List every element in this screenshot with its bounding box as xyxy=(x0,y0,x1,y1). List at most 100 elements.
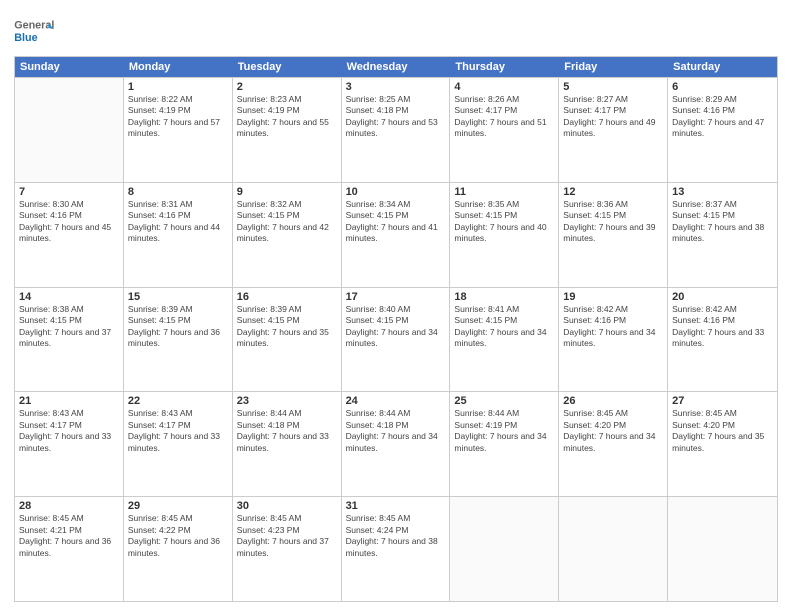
day-cell: 12 Sunrise: 8:36 AM Sunset: 4:15 PM Dayl… xyxy=(559,183,668,287)
day-cell: 16 Sunrise: 8:39 AM Sunset: 4:15 PM Dayl… xyxy=(233,288,342,392)
day-cell: 1 Sunrise: 8:22 AM Sunset: 4:19 PM Dayli… xyxy=(124,78,233,182)
day-cell: 28 Sunrise: 8:45 AM Sunset: 4:21 PM Dayl… xyxy=(15,497,124,601)
day-info: Sunrise: 8:43 AM Sunset: 4:17 PM Dayligh… xyxy=(19,408,119,454)
header-day-tuesday: Tuesday xyxy=(233,57,342,77)
day-number: 23 xyxy=(237,395,337,407)
week-row-0: 1 Sunrise: 8:22 AM Sunset: 4:19 PM Dayli… xyxy=(15,77,777,182)
logo: General Blue xyxy=(14,14,54,50)
day-number: 2 xyxy=(237,81,337,93)
day-info: Sunrise: 8:45 AM Sunset: 4:20 PM Dayligh… xyxy=(672,408,773,454)
day-number: 31 xyxy=(346,500,446,512)
day-number: 28 xyxy=(19,500,119,512)
day-cell: 5 Sunrise: 8:27 AM Sunset: 4:17 PM Dayli… xyxy=(559,78,668,182)
header-day-sunday: Sunday xyxy=(15,57,124,77)
week-row-1: 7 Sunrise: 8:30 AM Sunset: 4:16 PM Dayli… xyxy=(15,182,777,287)
day-cell: 24 Sunrise: 8:44 AM Sunset: 4:18 PM Dayl… xyxy=(342,392,451,496)
day-info: Sunrise: 8:45 AM Sunset: 4:22 PM Dayligh… xyxy=(128,513,228,559)
day-number: 20 xyxy=(672,291,773,303)
day-info: Sunrise: 8:34 AM Sunset: 4:15 PM Dayligh… xyxy=(346,199,446,245)
svg-text:General: General xyxy=(14,19,54,31)
day-number: 29 xyxy=(128,500,228,512)
day-number: 14 xyxy=(19,291,119,303)
day-info: Sunrise: 8:42 AM Sunset: 4:16 PM Dayligh… xyxy=(672,304,773,350)
day-number: 4 xyxy=(454,81,554,93)
day-cell: 27 Sunrise: 8:45 AM Sunset: 4:20 PM Dayl… xyxy=(668,392,777,496)
day-info: Sunrise: 8:37 AM Sunset: 4:15 PM Dayligh… xyxy=(672,199,773,245)
day-info: Sunrise: 8:25 AM Sunset: 4:18 PM Dayligh… xyxy=(346,94,446,140)
day-cell: 13 Sunrise: 8:37 AM Sunset: 4:15 PM Dayl… xyxy=(668,183,777,287)
day-number: 17 xyxy=(346,291,446,303)
day-number: 27 xyxy=(672,395,773,407)
day-cell: 2 Sunrise: 8:23 AM Sunset: 4:19 PM Dayli… xyxy=(233,78,342,182)
day-number: 13 xyxy=(672,186,773,198)
day-info: Sunrise: 8:38 AM Sunset: 4:15 PM Dayligh… xyxy=(19,304,119,350)
day-number: 22 xyxy=(128,395,228,407)
day-cell: 11 Sunrise: 8:35 AM Sunset: 4:15 PM Dayl… xyxy=(450,183,559,287)
day-info: Sunrise: 8:43 AM Sunset: 4:17 PM Dayligh… xyxy=(128,408,228,454)
day-info: Sunrise: 8:42 AM Sunset: 4:16 PM Dayligh… xyxy=(563,304,663,350)
day-number: 1 xyxy=(128,81,228,93)
day-cell: 26 Sunrise: 8:45 AM Sunset: 4:20 PM Dayl… xyxy=(559,392,668,496)
day-cell: 21 Sunrise: 8:43 AM Sunset: 4:17 PM Dayl… xyxy=(15,392,124,496)
calendar-header: SundayMondayTuesdayWednesdayThursdayFrid… xyxy=(15,57,777,77)
week-row-2: 14 Sunrise: 8:38 AM Sunset: 4:15 PM Dayl… xyxy=(15,287,777,392)
day-number: 6 xyxy=(672,81,773,93)
day-number: 24 xyxy=(346,395,446,407)
day-info: Sunrise: 8:35 AM Sunset: 4:15 PM Dayligh… xyxy=(454,199,554,245)
day-info: Sunrise: 8:45 AM Sunset: 4:23 PM Dayligh… xyxy=(237,513,337,559)
day-cell: 10 Sunrise: 8:34 AM Sunset: 4:15 PM Dayl… xyxy=(342,183,451,287)
day-info: Sunrise: 8:39 AM Sunset: 4:15 PM Dayligh… xyxy=(237,304,337,350)
day-number: 10 xyxy=(346,186,446,198)
day-cell: 29 Sunrise: 8:45 AM Sunset: 4:22 PM Dayl… xyxy=(124,497,233,601)
day-cell: 6 Sunrise: 8:29 AM Sunset: 4:16 PM Dayli… xyxy=(668,78,777,182)
day-number: 11 xyxy=(454,186,554,198)
day-number: 30 xyxy=(237,500,337,512)
day-cell: 22 Sunrise: 8:43 AM Sunset: 4:17 PM Dayl… xyxy=(124,392,233,496)
day-cell: 9 Sunrise: 8:32 AM Sunset: 4:15 PM Dayli… xyxy=(233,183,342,287)
day-cell xyxy=(450,497,559,601)
day-info: Sunrise: 8:45 AM Sunset: 4:24 PM Dayligh… xyxy=(346,513,446,559)
day-info: Sunrise: 8:30 AM Sunset: 4:16 PM Dayligh… xyxy=(19,199,119,245)
day-info: Sunrise: 8:40 AM Sunset: 4:15 PM Dayligh… xyxy=(346,304,446,350)
day-number: 16 xyxy=(237,291,337,303)
header-day-wednesday: Wednesday xyxy=(342,57,451,77)
day-info: Sunrise: 8:27 AM Sunset: 4:17 PM Dayligh… xyxy=(563,94,663,140)
day-number: 18 xyxy=(454,291,554,303)
day-cell: 7 Sunrise: 8:30 AM Sunset: 4:16 PM Dayli… xyxy=(15,183,124,287)
day-number: 19 xyxy=(563,291,663,303)
day-number: 26 xyxy=(563,395,663,407)
day-cell: 15 Sunrise: 8:39 AM Sunset: 4:15 PM Dayl… xyxy=(124,288,233,392)
day-info: Sunrise: 8:22 AM Sunset: 4:19 PM Dayligh… xyxy=(128,94,228,140)
day-info: Sunrise: 8:41 AM Sunset: 4:15 PM Dayligh… xyxy=(454,304,554,350)
logo-icon: General Blue xyxy=(14,14,54,50)
day-cell: 20 Sunrise: 8:42 AM Sunset: 4:16 PM Dayl… xyxy=(668,288,777,392)
day-info: Sunrise: 8:44 AM Sunset: 4:19 PM Dayligh… xyxy=(454,408,554,454)
day-info: Sunrise: 8:39 AM Sunset: 4:15 PM Dayligh… xyxy=(128,304,228,350)
day-number: 15 xyxy=(128,291,228,303)
day-info: Sunrise: 8:29 AM Sunset: 4:16 PM Dayligh… xyxy=(672,94,773,140)
svg-text:Blue: Blue xyxy=(14,32,37,44)
header-day-thursday: Thursday xyxy=(450,57,559,77)
header-day-saturday: Saturday xyxy=(668,57,777,77)
day-cell: 3 Sunrise: 8:25 AM Sunset: 4:18 PM Dayli… xyxy=(342,78,451,182)
header: General Blue xyxy=(14,10,778,50)
day-cell: 14 Sunrise: 8:38 AM Sunset: 4:15 PM Dayl… xyxy=(15,288,124,392)
day-number: 25 xyxy=(454,395,554,407)
day-cell xyxy=(15,78,124,182)
day-number: 3 xyxy=(346,81,446,93)
day-cell: 19 Sunrise: 8:42 AM Sunset: 4:16 PM Dayl… xyxy=(559,288,668,392)
day-number: 8 xyxy=(128,186,228,198)
day-number: 9 xyxy=(237,186,337,198)
day-cell: 23 Sunrise: 8:44 AM Sunset: 4:18 PM Dayl… xyxy=(233,392,342,496)
day-number: 12 xyxy=(563,186,663,198)
day-info: Sunrise: 8:36 AM Sunset: 4:15 PM Dayligh… xyxy=(563,199,663,245)
day-info: Sunrise: 8:44 AM Sunset: 4:18 PM Dayligh… xyxy=(346,408,446,454)
day-number: 7 xyxy=(19,186,119,198)
day-cell: 17 Sunrise: 8:40 AM Sunset: 4:15 PM Dayl… xyxy=(342,288,451,392)
day-info: Sunrise: 8:23 AM Sunset: 4:19 PM Dayligh… xyxy=(237,94,337,140)
day-cell: 30 Sunrise: 8:45 AM Sunset: 4:23 PM Dayl… xyxy=(233,497,342,601)
day-info: Sunrise: 8:31 AM Sunset: 4:16 PM Dayligh… xyxy=(128,199,228,245)
day-cell: 4 Sunrise: 8:26 AM Sunset: 4:17 PM Dayli… xyxy=(450,78,559,182)
day-cell: 25 Sunrise: 8:44 AM Sunset: 4:19 PM Dayl… xyxy=(450,392,559,496)
day-number: 5 xyxy=(563,81,663,93)
